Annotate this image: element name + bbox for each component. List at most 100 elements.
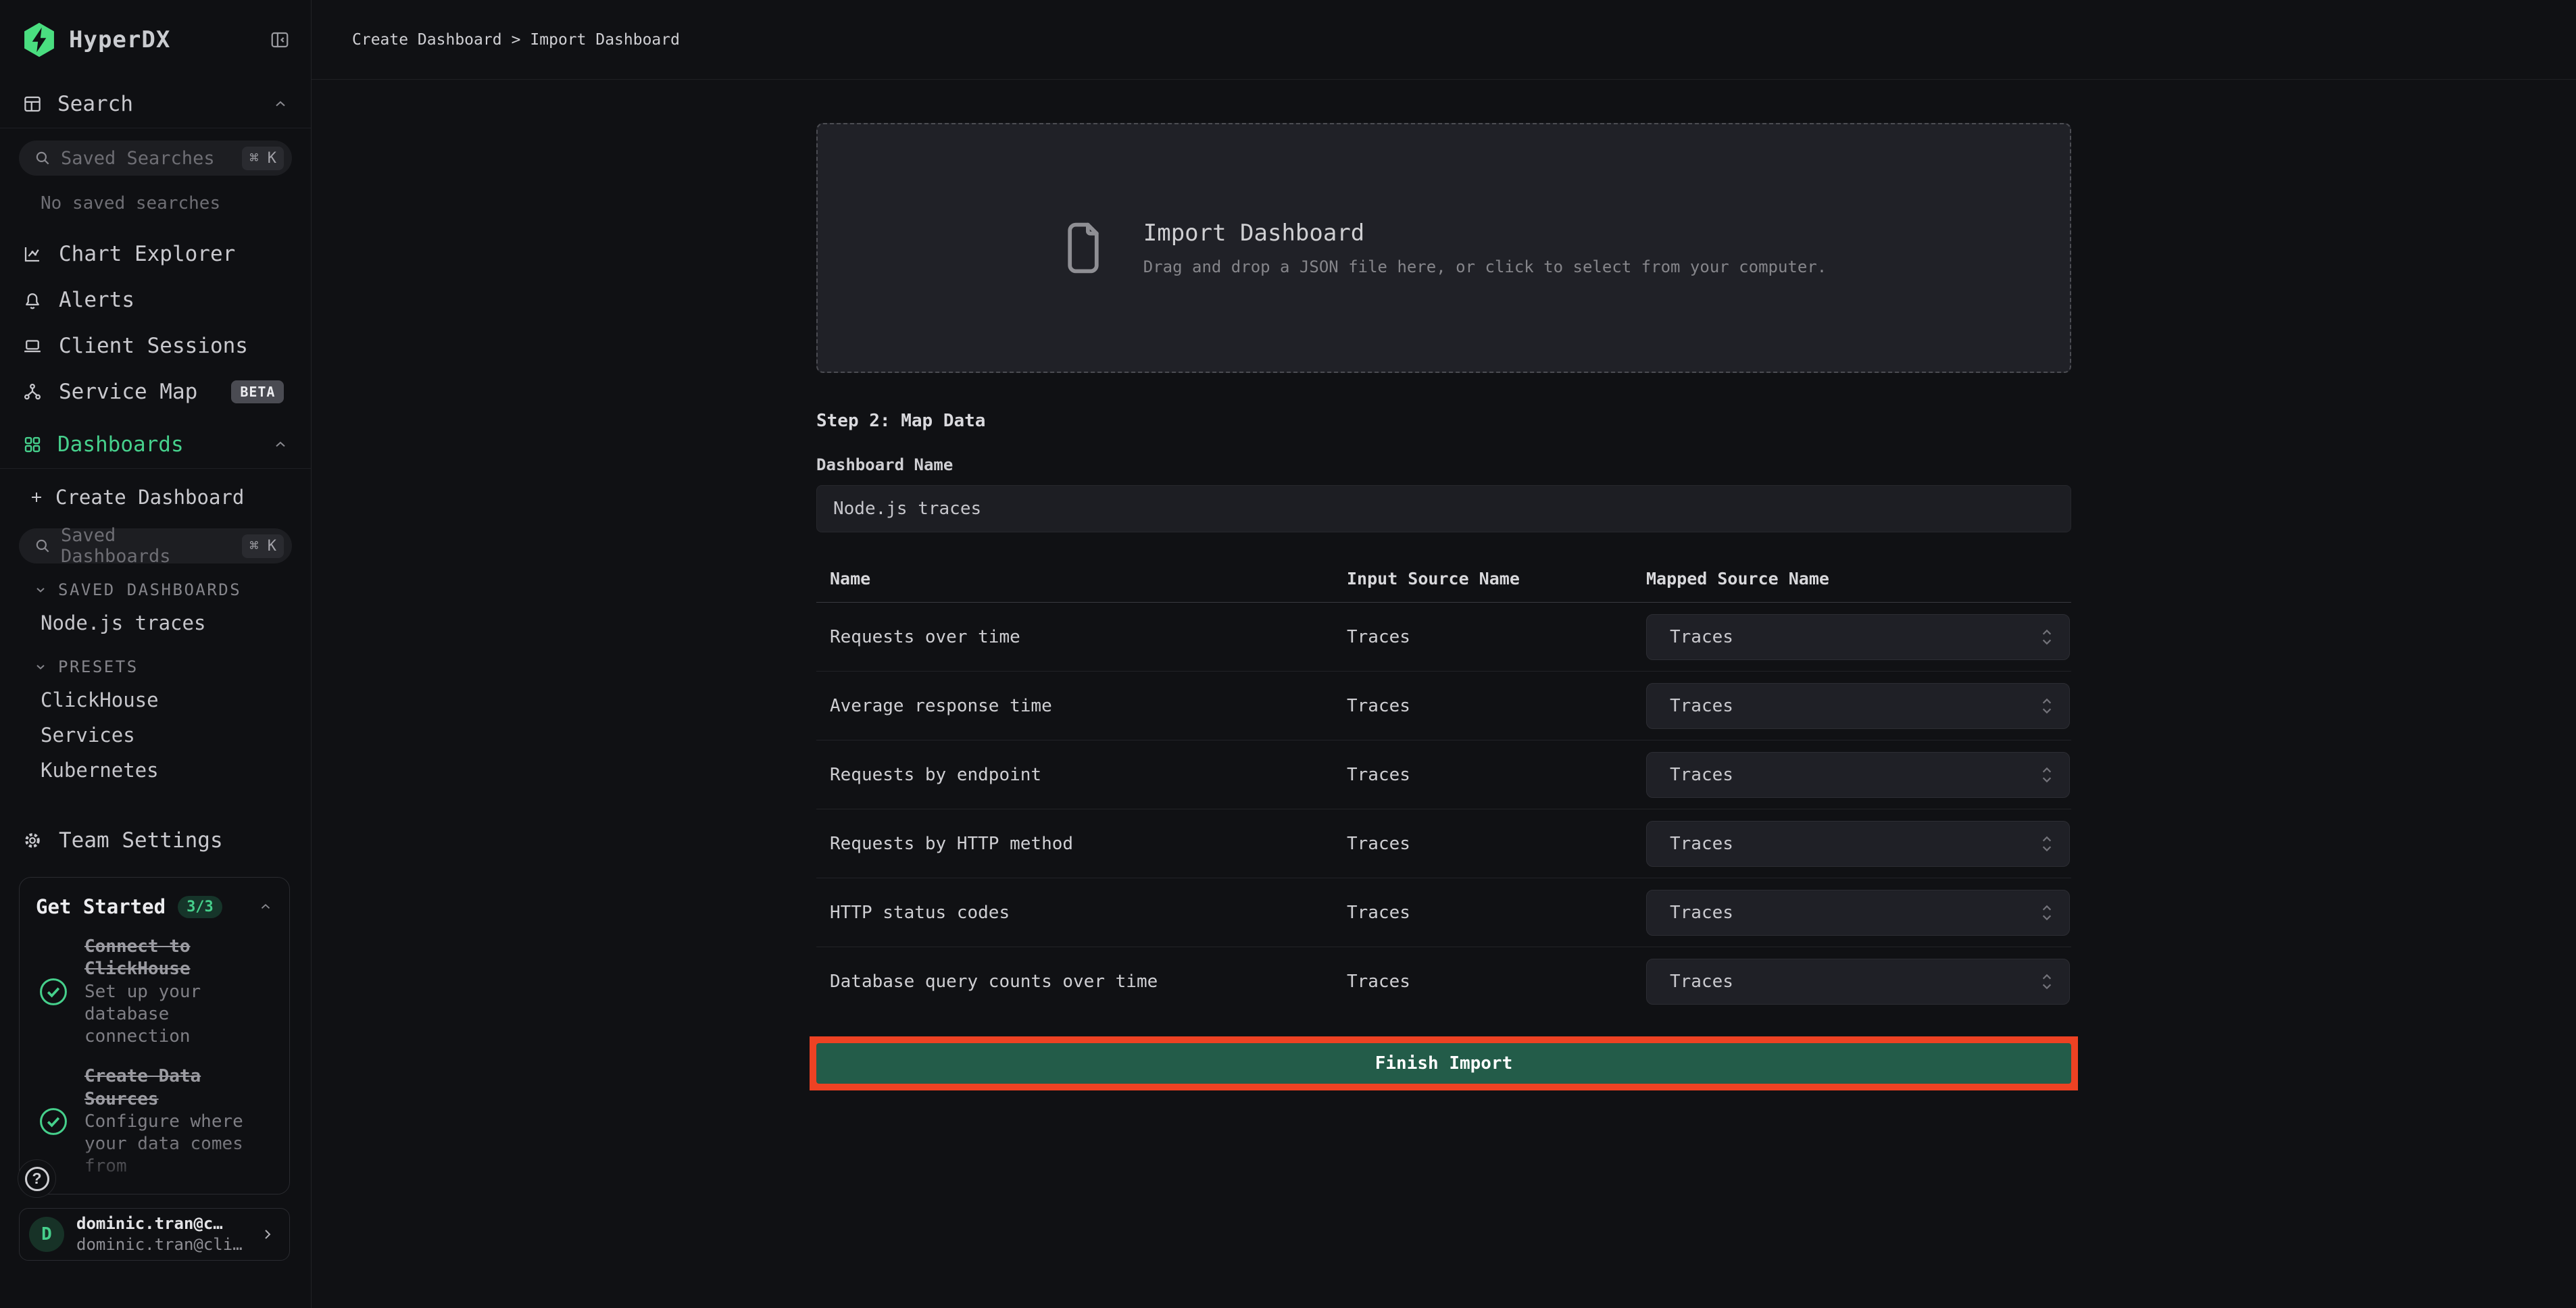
sidebar-item-alerts[interactable]: Alerts	[0, 277, 311, 323]
chevron-right-icon	[259, 1226, 276, 1242]
selector-icon	[2039, 903, 2054, 922]
help-icon: ?	[25, 1167, 49, 1191]
create-dashboard-button[interactable]: Create Dashboard	[0, 478, 311, 516]
chart-explorer-icon	[22, 244, 43, 264]
row-name: HTTP status codes	[830, 903, 1347, 923]
check-circle-icon	[36, 974, 71, 1009]
breadcrumb-separator: >	[512, 31, 521, 49]
saved-dashboards-placeholder: Saved Dashboards	[61, 525, 232, 567]
annotation-highlight-box: Finish Import	[810, 1036, 2078, 1090]
preset-item-label: ClickHouse	[41, 688, 159, 711]
select-value: Traces	[1670, 696, 1733, 716]
task-desc: Set up your database connection	[84, 981, 273, 1049]
nav-label: Client Sessions	[59, 334, 248, 358]
group-presets[interactable]: PRESETS	[0, 651, 311, 682]
mapping-table: Name Input Source Name Mapped Source Nam…	[816, 549, 2071, 1016]
table-header: Name Input Source Name Mapped Source Nam…	[816, 549, 2071, 603]
help-button[interactable]: ?	[18, 1159, 56, 1198]
dashboard-name-value: Node.js traces	[833, 499, 981, 519]
preset-item-services[interactable]: Services	[0, 718, 311, 753]
breadcrumb-import-dashboard[interactable]: Import Dashboard	[530, 31, 680, 49]
section-dashboards[interactable]: Dashboards	[0, 420, 311, 469]
sidebar-item-service-map[interactable]: Service Map BETA	[0, 369, 311, 415]
selector-icon	[2039, 834, 2054, 853]
row-input-source: Traces	[1347, 627, 1646, 647]
sidebar-collapse-icon[interactable]	[269, 30, 291, 50]
selector-icon	[2039, 765, 2054, 784]
user-menu[interactable]: D dominic.tran@c… dominic.tran@cli…	[19, 1208, 290, 1261]
get-started-header[interactable]: Get Started 3/3	[36, 895, 273, 918]
file-icon	[1061, 220, 1106, 276]
dashboards-icon	[22, 434, 43, 455]
group-label-text: SAVED DASHBOARDS	[58, 580, 241, 599]
mapped-source-select[interactable]: Traces	[1646, 614, 2070, 660]
sidebar-item-team-settings[interactable]: Team Settings	[0, 818, 311, 863]
user-name: dominic.tran@c…	[76, 1213, 247, 1234]
bell-icon	[22, 290, 43, 310]
import-dropzone[interactable]: Import Dashboard Drag and drop a JSON fi…	[816, 123, 2071, 373]
select-value: Traces	[1670, 765, 1733, 785]
mapped-source-select[interactable]: Traces	[1646, 752, 2070, 798]
dashboards-section-label: Dashboards	[57, 432, 257, 457]
row-name: Average response time	[830, 696, 1347, 716]
dashboard-name-input[interactable]: Node.js traces	[816, 485, 2071, 532]
get-started-progress-badge: 3/3	[178, 896, 222, 918]
row-name: Requests by endpoint	[830, 765, 1347, 785]
table-row: Requests over time Traces Traces	[816, 603, 2071, 672]
mapped-source-select[interactable]: Traces	[1646, 890, 2070, 936]
check-circle-icon	[36, 1104, 71, 1139]
row-input-source: Traces	[1347, 834, 1646, 854]
selector-icon	[2039, 628, 2054, 647]
mapped-source-select[interactable]: Traces	[1646, 959, 2070, 1005]
breadcrumb: Create Dashboard > Import Dashboard	[312, 0, 2576, 80]
plus-icon	[28, 489, 45, 505]
sidebar: HyperDX Search	[0, 0, 312, 1308]
preset-item-clickhouse[interactable]: ClickHouse	[0, 682, 311, 718]
saved-searches-input[interactable]: Saved Searches ⌘ K	[19, 141, 292, 176]
column-header-mapped-source: Mapped Source Name	[1646, 569, 2071, 588]
mapped-source-select[interactable]: Traces	[1646, 683, 2070, 729]
sidebar-item-chart-explorer[interactable]: Chart Explorer	[0, 231, 311, 277]
preset-item-label: Kubernetes	[41, 759, 159, 782]
app-window: HyperDX Search	[0, 0, 2576, 1308]
sidebar-nav: Chart Explorer Alerts Cl	[0, 231, 311, 415]
create-dashboard-label: Create Dashboard	[55, 486, 244, 509]
shortcut-badge: ⌘ K	[242, 147, 284, 170]
logo-row: HyperDX	[0, 0, 311, 80]
table-row: HTTP status codes Traces Traces	[816, 878, 2071, 947]
mapped-source-select[interactable]: Traces	[1646, 821, 2070, 867]
no-saved-searches-text: No saved searches	[41, 193, 311, 213]
chevron-down-icon	[34, 583, 47, 597]
hyperdx-logo[interactable]: HyperDX	[20, 21, 170, 59]
preset-item-kubernetes[interactable]: Kubernetes	[0, 753, 311, 788]
table-row: Requests by endpoint Traces Traces	[816, 740, 2071, 809]
chevron-up-icon[interactable]	[258, 899, 273, 914]
saved-dashboards-input[interactable]: Saved Dashboards ⌘ K	[19, 528, 292, 563]
sidebar-item-client-sessions[interactable]: Client Sessions	[0, 323, 311, 369]
select-value: Traces	[1670, 834, 1733, 854]
search-section-icon	[22, 94, 43, 114]
column-header-name: Name	[830, 569, 1347, 588]
breadcrumb-create-dashboard[interactable]: Create Dashboard	[352, 31, 502, 49]
finish-import-button[interactable]: Finish Import	[816, 1043, 2071, 1084]
dashboard-item-nodejs-traces[interactable]: Node.js traces	[0, 605, 311, 640]
group-label-text: PRESETS	[58, 657, 139, 676]
logo-text: HyperDX	[69, 26, 170, 53]
search-icon	[34, 537, 51, 555]
section-search[interactable]: Search	[0, 80, 311, 128]
hyperdx-logo-icon	[20, 21, 58, 59]
dropzone-subtitle: Drag and drop a JSON file here, or click…	[1143, 257, 1827, 276]
column-header-input-source: Input Source Name	[1347, 569, 1646, 588]
row-input-source: Traces	[1347, 765, 1646, 785]
user-email: dominic.tran@cli…	[76, 1234, 247, 1255]
selector-icon	[2039, 697, 2054, 715]
get-started-card: Get Started 3/3 Connect to ClickHouse Se…	[19, 877, 290, 1194]
task-connect-clickhouse[interactable]: Connect to ClickHouse Set up your databa…	[36, 936, 273, 1048]
table-row: Database query counts over time Traces T…	[816, 947, 2071, 1016]
team-settings-label: Team Settings	[59, 828, 223, 853]
nav-label: Service Map	[59, 380, 197, 404]
service-map-icon	[22, 382, 43, 402]
group-saved-dashboards[interactable]: SAVED DASHBOARDS	[0, 574, 311, 605]
task-create-data-sources[interactable]: Create Data Sources Configure where your…	[36, 1065, 273, 1178]
row-name: Requests over time	[830, 627, 1347, 647]
